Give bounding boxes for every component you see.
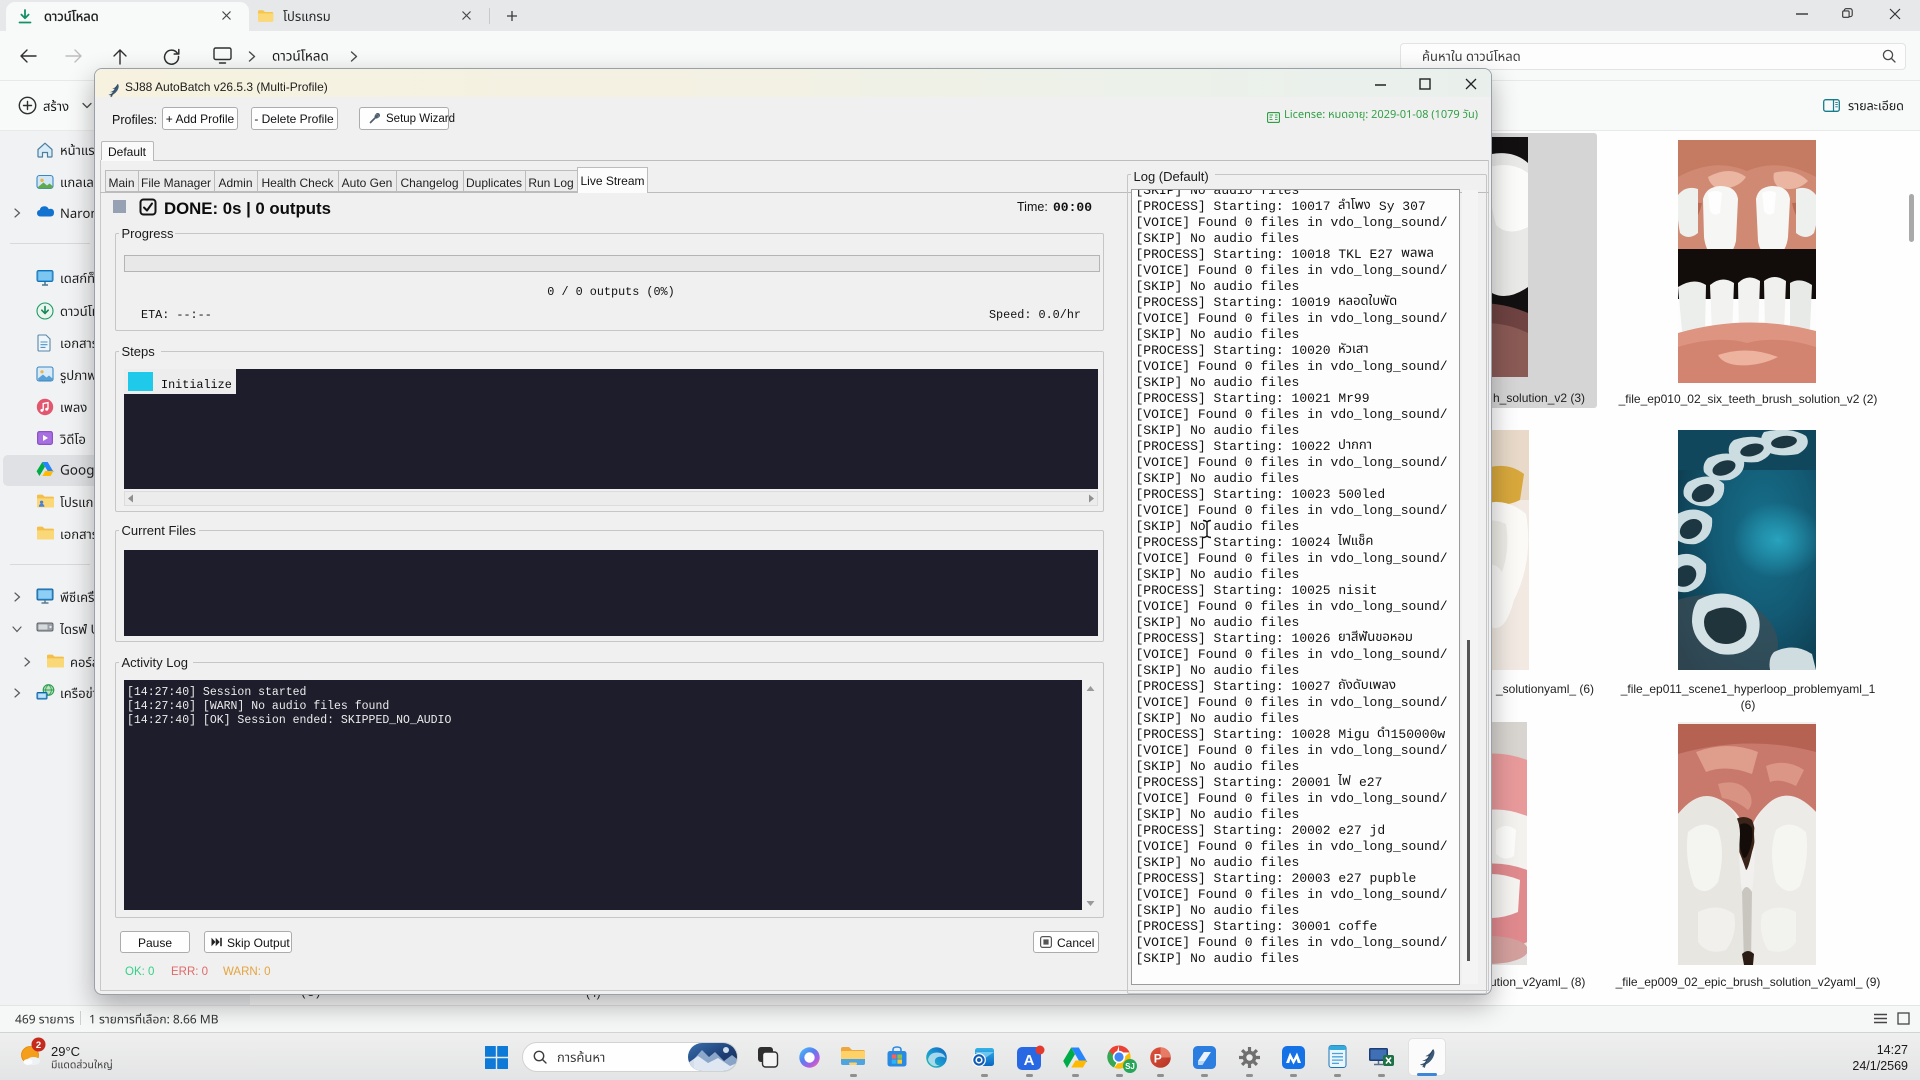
svg-text:P: P <box>1154 1051 1162 1065</box>
svg-text:2: 2 <box>36 1040 41 1051</box>
svg-text:SJ: SJ <box>1125 1062 1135 1071</box>
svg-text:A: A <box>1024 1052 1035 1069</box>
